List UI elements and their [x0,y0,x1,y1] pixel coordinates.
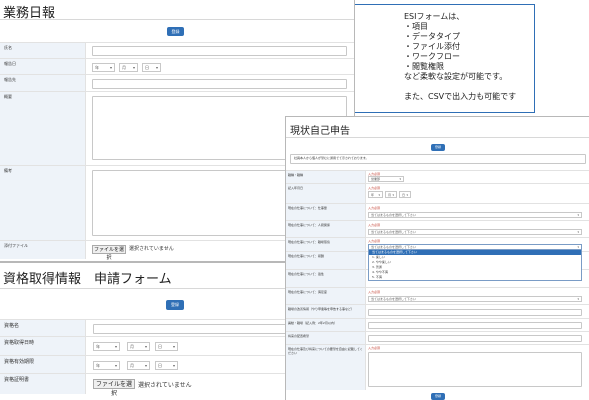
info-callout: ESIフォームは、 ・項目 ・データタイプ ・ファイル添付 ・ワークフロー ・閲… [354,4,535,113]
qualification-panel: 資格取得情報 申請フォーム 登録 資格名 資格取得日時 年 ▾ 月 ▾ 日 ▾ 資格有… [0,262,289,400]
field-label: 資格有効期限 [0,356,86,374]
file-select-button[interactable]: ファイルを選択 [93,379,135,397]
required-mark: 入力必須 [368,346,381,350]
field-label: 備考 [0,166,86,241]
day-select[interactable]: 日 ▾ [155,342,178,351]
month-select[interactable]: 月 ▾ [127,342,150,351]
month-select[interactable]: 月 ▾ [385,191,397,198]
form-row: 職種・職種 入力必須 営業部 ▾ [286,170,589,184]
field-label: 氏名 [0,43,86,59]
required-mark: 入力必須 [368,186,381,190]
submit-button[interactable]: 登録 [167,27,184,36]
field-label: 概要 [0,92,86,166]
form-row: 現在の仕事及び将来についての要望を自由に記載してください 入力必須 [286,344,589,390]
note-line: など柔軟な設定が可能です。 [404,72,508,81]
month-select[interactable]: 月 ▾ [127,361,150,370]
required-mark: 入力必須 [368,290,381,294]
page-title: 資格取得情報 申請フォーム [3,272,172,287]
field-label: 現在の仕事について：報酬 [286,252,366,270]
note-line: また、CSVで出入力も可能です [404,92,517,101]
environment-dropdown-list[interactable]: 当てはまるものを選択して下さい 1. 楽しい 2. やや楽しい 3. 普通 4.… [368,249,582,281]
submit-button[interactable]: 登録 [431,393,445,400]
note-line: ・ワークフロー [404,52,460,61]
year-select[interactable]: 年 ▾ [92,63,115,72]
field-label: 資格名 [0,320,86,337]
form-row: 記入年月日 入力必須 年 ▾ 月 ▾ 日 ▾ [286,183,589,204]
file-status: 選択されていません [129,246,174,252]
form-row: 報告先 [0,74,354,92]
form-row: 資格有効期限 年 ▾ 月 ▾ 日 ▾ [0,355,288,374]
required-mark: 入力必須 [368,223,381,227]
note-line: ・項目 [404,22,428,31]
form-row: 資格証明書 ファイルを選択 選択されていません [0,373,288,397]
name-input[interactable] [92,46,347,56]
workload-select[interactable]: 当てはまるものを選択して下さい ▾ [368,212,582,218]
submit-button[interactable]: 登録 [166,300,184,310]
field-label: 資格証明書 [0,374,86,394]
form-row: 現在の仕事について：満足度 入力必須 当てはまるものを選択して下さい ▾ [286,287,589,305]
form-row: 職場の改善情報（やり甲斐等を申告する事など） [286,304,589,319]
form-row: 異動・職場（記入例：2年2月以内） [286,318,589,332]
form-row: 資格取得日時 年 ▾ 月 ▾ 日 ▾ [0,336,288,356]
relations-select[interactable]: 当てはまるものを選択して下さい ▾ [368,229,582,235]
request-textarea[interactable] [368,352,582,387]
year-select[interactable]: 年 ▾ [368,191,383,198]
required-mark: 入力必須 [368,206,381,210]
field-label: 現在の仕事について：満足度 [286,288,366,305]
form-row: 資格名 [0,319,288,337]
field-label: 報告先 [0,75,86,92]
qualification-name-input[interactable] [93,324,287,334]
self-report-panel: 現状自己申告 登録 社員本人から個人が望むに通用でて示されております。 職種・職… [285,116,589,400]
submit-button[interactable]: 登録 [431,144,445,151]
transfer-input[interactable] [368,322,582,329]
month-select[interactable]: 月 ▾ [119,63,138,72]
field-label: 現在の仕事について：職場環境 [286,238,366,252]
description-text: 社員本人から個人が望むに通用でて示されております。 [294,156,369,160]
field-label: 現在の仕事について：適性 [286,270,366,288]
satisfaction-select[interactable]: 当てはまるものを選択して下さい ▾ [368,296,582,302]
day-select[interactable]: 日 ▾ [142,63,161,72]
field-label: 添付ファイル [0,241,86,259]
form-row: 報告日 年 ▾ 月 ▾ 日 ▾ [0,58,354,75]
form-row: 将来の配置希望 [286,331,589,345]
form-row: 現在の仕事について：人間関係 入力必須 当てはまるものを選択して下さい ▾ [286,220,589,238]
department-select[interactable]: 営業部 ▾ [368,176,404,182]
year-select[interactable]: 年 ▾ [93,361,120,370]
placement-input[interactable] [368,335,582,342]
required-mark: 入力必須 [368,239,381,243]
improvement-input[interactable] [368,309,582,316]
form-row: 氏名 [0,42,354,59]
field-label: 現在の仕事及び将来についての要望を自由に記載してください [286,345,366,390]
year-select[interactable]: 年 ▾ [93,342,120,351]
file-status: 選択されていません [138,382,192,389]
note-line [404,82,534,92]
field-label: 資格取得日時 [0,337,86,356]
field-label: 職場の改善情報（やり甲斐等を申告する事など） [286,305,366,319]
file-select-button[interactable]: ファイルを選択 [92,245,126,261]
field-label: 記入年月日 [286,184,366,204]
recipient-input[interactable] [92,79,347,89]
field-label: 現在の仕事について：人間関係 [286,221,366,238]
page-title: 現状自己申告 [290,126,350,137]
note-line: ・閲覧権限 [404,62,444,71]
day-select[interactable]: 日 ▾ [399,191,411,198]
field-label: 現在の仕事について：仕事量 [286,204,366,221]
note-line: ・ファイル添付 [404,42,460,51]
form-row: 現在の仕事について：仕事量 入力必須 当てはまるものを選択して下さい ▾ [286,203,589,221]
note-line: ・データタイプ [404,32,460,41]
day-select[interactable]: 日 ▾ [155,361,178,370]
dropdown-option[interactable]: 5. 不満 [369,275,581,280]
field-label: 報告日 [0,59,86,75]
note-line: ESIフォームは、 [404,12,465,21]
